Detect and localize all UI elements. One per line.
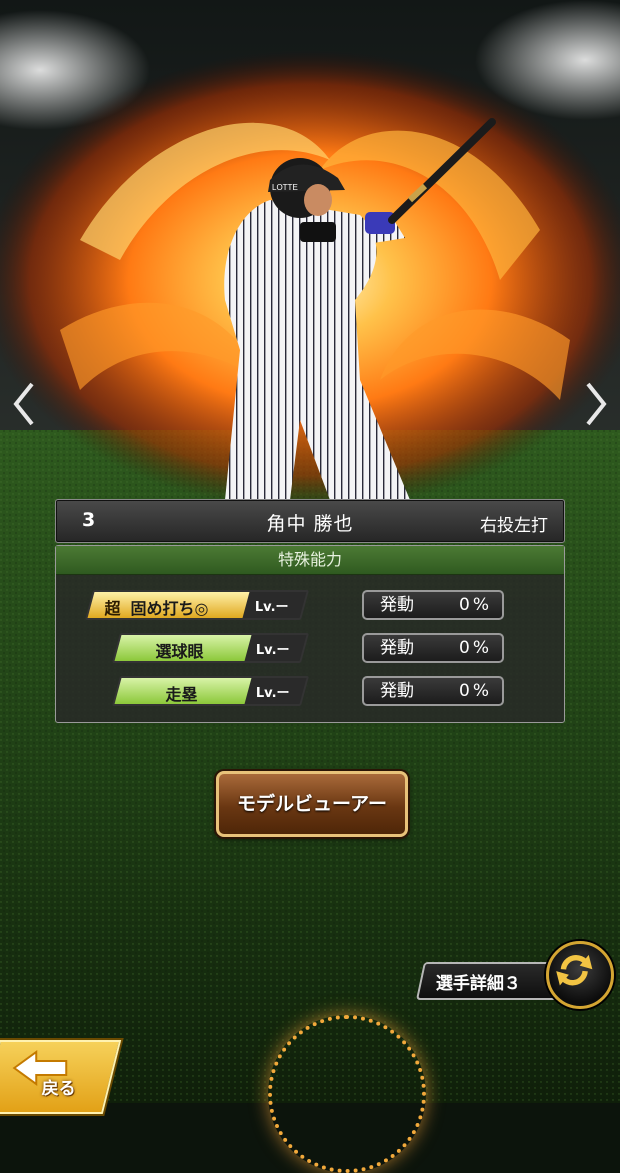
cycle-arrows-icon <box>556 954 593 986</box>
ability-level: Lv.ー <box>254 600 289 615</box>
chevron-right-icon <box>586 382 607 426</box>
trigger-value: 0% <box>459 681 492 701</box>
special-abilities-panel: 特殊能力 超 固め打ち◎ Lv.ー 発動 0% 選球眼 Lv.ー 発動 0% 走… <box>55 545 565 723</box>
trigger-label: 発動 <box>380 638 414 658</box>
ability-super-mark: 超 <box>104 599 121 618</box>
player-detail-tab[interactable]: 選手詳細３ <box>415 962 569 1000</box>
ability-name: 固め打ち◎ <box>130 599 209 618</box>
next-player-button[interactable] <box>582 380 610 428</box>
ability-name: 選球眼 <box>155 642 204 661</box>
ability-tag: 選球眼 Lv.ー <box>111 633 310 663</box>
ability-trigger-rate: 発動 0% <box>362 676 504 706</box>
trigger-label: 発動 <box>380 595 414 615</box>
ability-level: Lv.ー <box>255 686 290 701</box>
ability-tag: 走塁 Lv.ー <box>111 676 310 706</box>
model-viewer-button[interactable]: モデルビューアー <box>216 771 408 837</box>
trigger-label: 発動 <box>380 681 414 701</box>
ability-tag: 超 固め打ち◎ Lv.ー <box>84 590 310 620</box>
ability-name: 走塁 <box>165 685 198 704</box>
chevron-left-icon <box>13 382 34 426</box>
glow-circle-marker <box>268 1015 426 1173</box>
ability-trigger-rate: 発動 0% <box>362 633 504 663</box>
back-label: 戻る <box>41 1079 76 1099</box>
helmet-logo-text: LOTTE <box>272 183 298 192</box>
player-handedness: 右投左打 <box>480 516 548 536</box>
trigger-value: 0% <box>459 638 492 658</box>
ability-trigger-rate: 発動 0% <box>362 590 504 620</box>
player-info-bar: 3 角中 勝也 右投左打 <box>55 499 565 543</box>
abilities-header: 特殊能力 <box>56 546 564 575</box>
ability-row[interactable]: 選球眼 Lv.ー 発動 0% <box>56 633 564 663</box>
ability-row[interactable]: 超 固め打ち◎ Lv.ー 発動 0% <box>56 590 564 620</box>
player-detail-cycle-button[interactable] <box>546 941 614 1009</box>
ability-row[interactable]: 走塁 Lv.ー 発動 0% <box>56 676 564 706</box>
ability-level: Lv.ー <box>255 643 290 658</box>
previous-player-button[interactable] <box>10 380 38 428</box>
trigger-value: 0% <box>459 595 492 615</box>
player-detail-label: 選手詳細３ <box>435 974 521 994</box>
